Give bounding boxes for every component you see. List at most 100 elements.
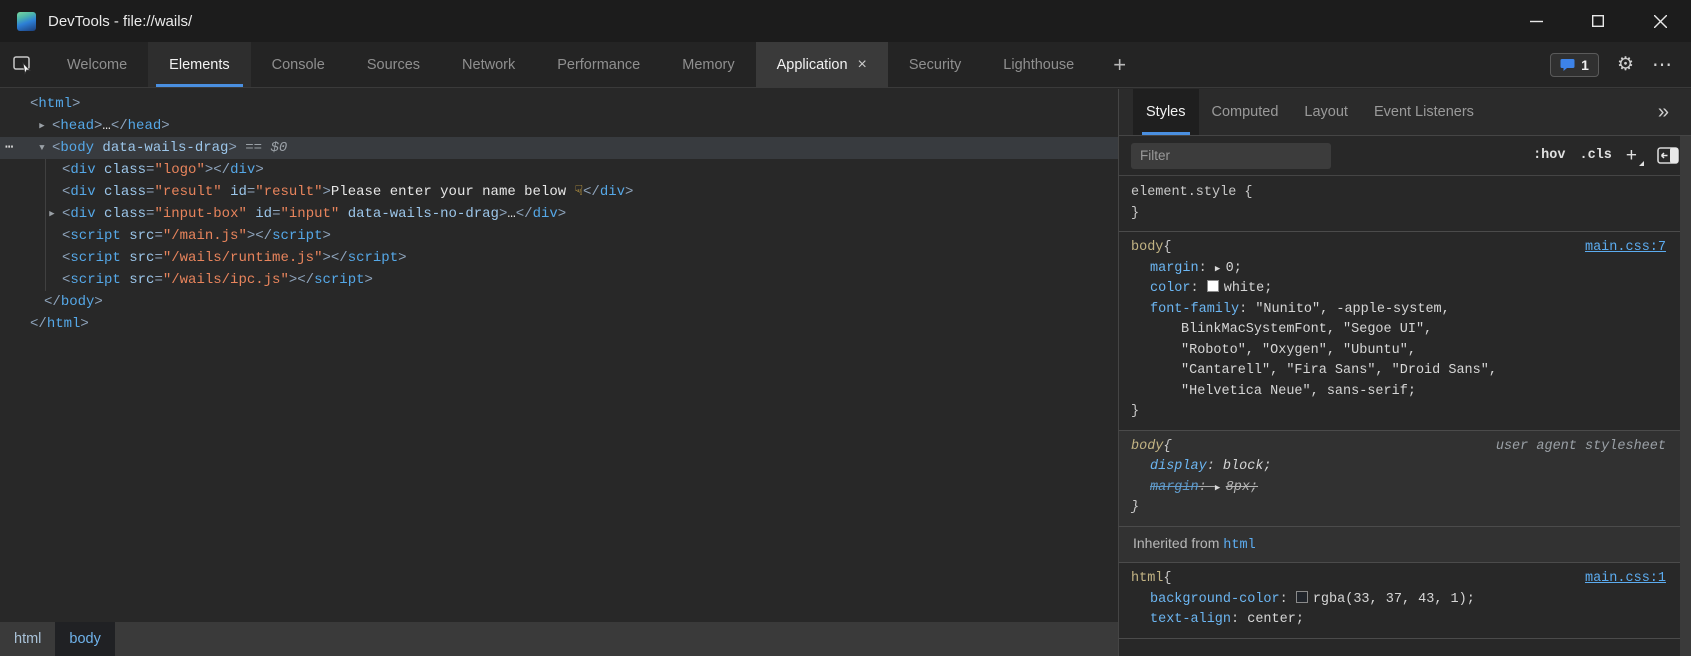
styles-sections: element.style {}body {main.css:7margin: …: [1119, 177, 1680, 656]
code-token: </: [213, 162, 230, 178]
tab-network[interactable]: Network: [441, 42, 536, 87]
tab-security[interactable]: Security: [888, 42, 982, 87]
tab-label: Performance: [557, 57, 640, 73]
dom-tree-row[interactable]: ▶<head>…</head>: [0, 115, 1118, 137]
code-token: >: [80, 316, 88, 332]
rule-selector-line[interactable]: html {main.css:1: [1131, 569, 1666, 590]
toggle-computed-sidebar-icon[interactable]: [1657, 147, 1679, 164]
more-tabs-button[interactable]: +: [1095, 42, 1144, 87]
code-token: "input-box": [154, 206, 246, 222]
selector-token: {: [1163, 569, 1171, 590]
code-token: html: [38, 96, 72, 112]
code-token: body: [60, 140, 94, 156]
rule-selector-line[interactable]: body {main.css:7: [1131, 238, 1666, 259]
code-token: =: [272, 206, 280, 222]
code-token: </: [255, 228, 272, 244]
settings-gear-icon[interactable]: ⚙: [1617, 53, 1634, 76]
tab-lighthouse[interactable]: Lighthouse: [982, 42, 1095, 87]
code-token: div: [533, 206, 558, 222]
styles-tab-event-listeners[interactable]: Event Listeners: [1361, 89, 1487, 135]
style-property-line[interactable]: "Roboto", "Oxygen", "Ubuntu",: [1131, 341, 1666, 362]
style-property-line[interactable]: BlinkMacSystemFont, "Segoe UI",: [1131, 320, 1666, 341]
tab-sources[interactable]: Sources: [346, 42, 441, 87]
expand-arrow-icon[interactable]: ▶: [45, 203, 59, 225]
code-token: script: [348, 250, 398, 266]
overflow-tabs-chevron-icon[interactable]: »: [1658, 89, 1691, 135]
property-token: :: [1191, 281, 1207, 296]
selector-token: element.style {: [1131, 183, 1253, 204]
code-token: >: [72, 96, 80, 112]
code-token: "/wails/ipc.js": [163, 272, 289, 288]
styles-tab-computed[interactable]: Computed: [1199, 89, 1292, 135]
code-token: </: [30, 316, 47, 332]
tab-welcome[interactable]: Welcome: [46, 42, 148, 87]
breadcrumb-item-body[interactable]: body: [55, 622, 114, 656]
style-property-line[interactable]: color: white;: [1131, 279, 1666, 300]
toggle-element-state-button[interactable]: :hov: [1533, 148, 1565, 163]
dom-tree-row[interactable]: ▶<div class="input-box" id="input" data-…: [0, 203, 1118, 225]
window-title: DevTools - file://wails/: [48, 13, 192, 30]
close-tab-icon[interactable]: ×: [858, 56, 867, 74]
breadcrumb-item-html[interactable]: html: [0, 622, 55, 656]
code-token: script: [314, 272, 364, 288]
minimize-button[interactable]: [1505, 0, 1567, 42]
dom-tree-row[interactable]: </body>: [0, 291, 1118, 313]
style-property-line[interactable]: margin: ▶ 0;: [1131, 259, 1666, 280]
styles-tab-styles[interactable]: Styles: [1133, 89, 1199, 135]
code-token: >: [228, 140, 236, 156]
dom-tree-row[interactable]: <script src="/main.js"></script>: [0, 225, 1118, 247]
property-token: "Nunito", -apple-system,: [1255, 302, 1449, 317]
expand-arrow-icon[interactable]: ▶: [35, 115, 49, 137]
dom-tree-row[interactable]: <div class="result" id="result">Please e…: [0, 181, 1118, 203]
tab-memory[interactable]: Memory: [661, 42, 755, 87]
styles-tab-layout[interactable]: Layout: [1291, 89, 1361, 135]
dom-tree-row[interactable]: <html>: [0, 93, 1118, 115]
dom-tree-row[interactable]: <script src="/wails/ipc.js"></script>: [0, 269, 1118, 291]
style-property-line[interactable]: "Helvetica Neue", sans-serif;: [1131, 382, 1666, 403]
code-token: == $0: [237, 140, 287, 156]
dom-tree-row[interactable]: ⋯▼<body data-wails-drag> == $0: [0, 137, 1118, 159]
styles-filter-input[interactable]: [1131, 143, 1331, 169]
code-token: div: [70, 184, 95, 200]
tab-elements[interactable]: Elements: [148, 42, 250, 87]
dom-tree-row[interactable]: <script src="/wails/runtime.js"></script…: [0, 247, 1118, 269]
inspect-element-button[interactable]: [0, 42, 46, 87]
dom-tree-row[interactable]: <div class="logo"></div>: [0, 159, 1118, 181]
maximize-button[interactable]: [1567, 0, 1629, 42]
issues-counter-button[interactable]: 1: [1550, 53, 1599, 77]
property-token: "Cantarell", "Fira Sans", "Droid Sans",: [1181, 363, 1497, 378]
stylesheet-source-link[interactable]: main.css:1: [1585, 569, 1666, 590]
rule-selector-line[interactable]: body {user agent stylesheet: [1131, 437, 1666, 458]
tab-label: Application: [777, 57, 848, 73]
code-token: html: [47, 316, 81, 332]
style-property-line[interactable]: margin: ▶ 8px;: [1131, 478, 1666, 499]
code-token: </: [44, 294, 61, 310]
style-property-line[interactable]: text-align: center;: [1131, 610, 1666, 631]
style-property-line[interactable]: display: block;: [1131, 457, 1666, 478]
code-token: </: [516, 206, 533, 222]
code-token: </: [297, 272, 314, 288]
rule-selector-line[interactable]: element.style {: [1131, 183, 1666, 204]
element-classes-button[interactable]: .cls: [1579, 148, 1611, 163]
dom-tree: <html>▶<head>…</head>⋯▼<body data-wails-…: [0, 89, 1118, 335]
tab-label: Elements: [169, 57, 229, 73]
color-swatch[interactable]: [1296, 591, 1308, 603]
inherited-node-link[interactable]: html: [1223, 538, 1255, 553]
more-options-icon[interactable]: ⋯: [1652, 52, 1673, 77]
stylesheet-source-link[interactable]: main.css:7: [1585, 238, 1666, 259]
style-property-line[interactable]: "Cantarell", "Fira Sans", "Droid Sans",: [1131, 361, 1666, 382]
row-menu-icon[interactable]: ⋯: [5, 137, 14, 159]
property-token: color: [1150, 281, 1191, 296]
dom-tree-row[interactable]: </html>: [0, 313, 1118, 335]
tab-performance[interactable]: Performance: [536, 42, 661, 87]
property-token: display: [1150, 459, 1207, 474]
new-style-rule-button[interactable]: +: [1626, 145, 1643, 167]
color-swatch[interactable]: [1207, 280, 1219, 292]
close-button[interactable]: [1629, 0, 1691, 42]
style-property-line[interactable]: background-color: rgba(33, 37, 43, 1);: [1131, 590, 1666, 611]
tab-console[interactable]: Console: [251, 42, 346, 87]
style-property-line[interactable]: font-family: "Nunito", -apple-system,: [1131, 300, 1666, 321]
collapse-arrow-icon[interactable]: ▼: [35, 137, 49, 159]
tab-application[interactable]: Application ×: [756, 42, 888, 87]
styles-scrollbar[interactable]: [1680, 136, 1691, 656]
